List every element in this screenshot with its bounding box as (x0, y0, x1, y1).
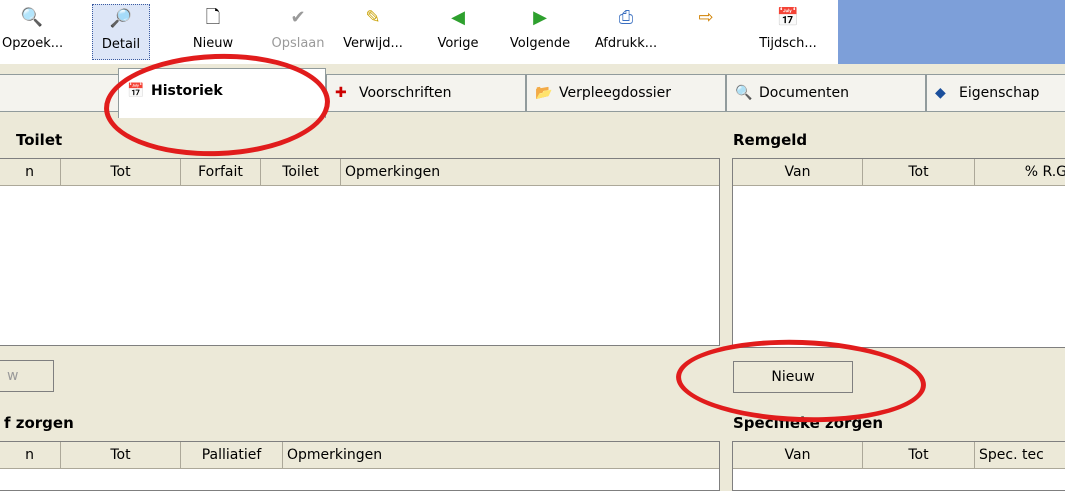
palliatief-col-tot[interactable]: Tot (61, 442, 181, 468)
remgeld-grid-header: Van Tot % R.G (733, 159, 1065, 186)
document-search-icon: 🔍 (735, 85, 753, 101)
toilet-col-forfait[interactable]: Forfait (181, 159, 261, 185)
toilet-nieuw-button[interactable]: w (0, 360, 54, 392)
specifiek-grid[interactable]: Van Tot Spec. tec (732, 441, 1065, 491)
volgende-label: Volgende (509, 36, 571, 51)
tab-documenten[interactable]: 🔍 Documenten (726, 74, 926, 112)
toilet-col-tot[interactable]: Tot (61, 159, 181, 185)
specifiek-col-van[interactable]: Van (733, 442, 863, 468)
palliatief-col-opmerkingen[interactable]: Opmerkingen (283, 442, 719, 468)
remgeld-col-rg[interactable]: % R.G (975, 159, 1065, 185)
tijdschema-button[interactable]: 📅 Tijdsch... (752, 4, 824, 60)
verwijderen-label: Verwijd... (343, 36, 403, 51)
palliatief-col-van[interactable]: n (0, 442, 61, 468)
checkmark-icon: ✔ (290, 7, 306, 28)
specifiek-col-tot[interactable]: Tot (863, 442, 975, 468)
calendar-icon: 📅 (776, 7, 800, 28)
palliatief-col-palliatief[interactable]: Palliatief (181, 442, 283, 468)
palliatief-section-title: f zorgen (4, 414, 74, 432)
nieuw-label: Nieuw (192, 36, 234, 51)
toilet-grid[interactable]: n Tot Forfait Toilet Opmerkingen (0, 158, 720, 346)
remgeld-col-van[interactable]: Van (733, 159, 863, 185)
toilet-col-toilet[interactable]: Toilet (261, 159, 341, 185)
new-document-icon: 🗋 (205, 7, 221, 28)
medical-cross-icon: ✚ (335, 85, 347, 101)
tab-documenten-label: Documenten (759, 85, 850, 101)
eraser-icon: ✎ (365, 7, 381, 28)
opslaan-button[interactable]: ✔ Opslaan (262, 4, 334, 60)
tab-eigenschappen[interactable]: ◆ Eigenschap (926, 74, 1065, 112)
palliatief-grid-header: n Tot Palliatief Opmerkingen (0, 442, 719, 469)
opslaan-label: Opslaan (271, 36, 325, 51)
opzoek-label: Opzoek... (2, 36, 64, 51)
nieuw-button[interactable]: 🗋 Nieuw (183, 4, 243, 60)
toolbar-blank-area (838, 0, 1065, 64)
detail-label: Detail (101, 37, 141, 52)
arrow-right-icon: ▶ (533, 7, 547, 28)
tab-hidden-left[interactable] (0, 74, 120, 112)
volgende-button[interactable]: ▶ Volgende (504, 4, 576, 60)
highlight-ring-nieuw (674, 335, 928, 427)
tab-verpleegdossier-label: Verpleegdossier (559, 85, 672, 101)
remgeld-grid[interactable]: Van Tot % R.G (732, 158, 1065, 348)
arrow-left-icon: ◀ (451, 7, 465, 28)
specifiek-col-spec[interactable]: Spec. tec (975, 442, 1065, 468)
toilet-section-title: Toilet (16, 131, 63, 149)
tijdschema-label: Tijdsch... (759, 36, 817, 51)
remgeld-col-tot[interactable]: Tot (863, 159, 975, 185)
toilet-grid-header: n Tot Forfait Toilet Opmerkingen (0, 159, 719, 186)
palliatief-grid[interactable]: n Tot Palliatief Opmerkingen (0, 441, 720, 491)
printer-icon: ⎙ (618, 7, 634, 28)
tab-eigenschappen-label: Eigenschap (959, 85, 1040, 101)
vorige-label: Vorige (437, 36, 479, 51)
export-button[interactable]: ⇨ (688, 4, 724, 60)
tab-voorschriften-label: Voorschriften (359, 85, 452, 101)
vorige-button[interactable]: ◀ Vorige (430, 4, 486, 60)
folder-icon: 📂 (535, 85, 553, 101)
toilet-col-opmerkingen[interactable]: Opmerkingen (341, 159, 719, 185)
export-icon: ⇨ (698, 7, 714, 28)
detail-button[interactable]: 🔎 Detail (92, 4, 150, 60)
specifiek-grid-header: Van Tot Spec. tec (733, 442, 1065, 469)
afdrukken-button[interactable]: ⎙ Afdrukk... (578, 4, 674, 60)
verwijderen-button[interactable]: ✎ Verwijd... (338, 4, 408, 60)
tab-voorschriften[interactable]: ✚ Voorschriften (326, 74, 526, 112)
remgeld-section-title: Remgeld (733, 131, 808, 149)
properties-icon: ◆ (935, 85, 946, 101)
toilet-col-van[interactable]: n (0, 159, 61, 185)
detail-magnifier-icon: 🔎 (109, 8, 133, 29)
afdrukken-label: Afdrukk... (594, 36, 658, 51)
tab-verpleegdossier[interactable]: 📂 Verpleegdossier (526, 74, 726, 112)
opzoek-button[interactable]: 🔍 Opzoek... (2, 4, 64, 60)
binoculars-icon: 🔍 (20, 7, 44, 28)
